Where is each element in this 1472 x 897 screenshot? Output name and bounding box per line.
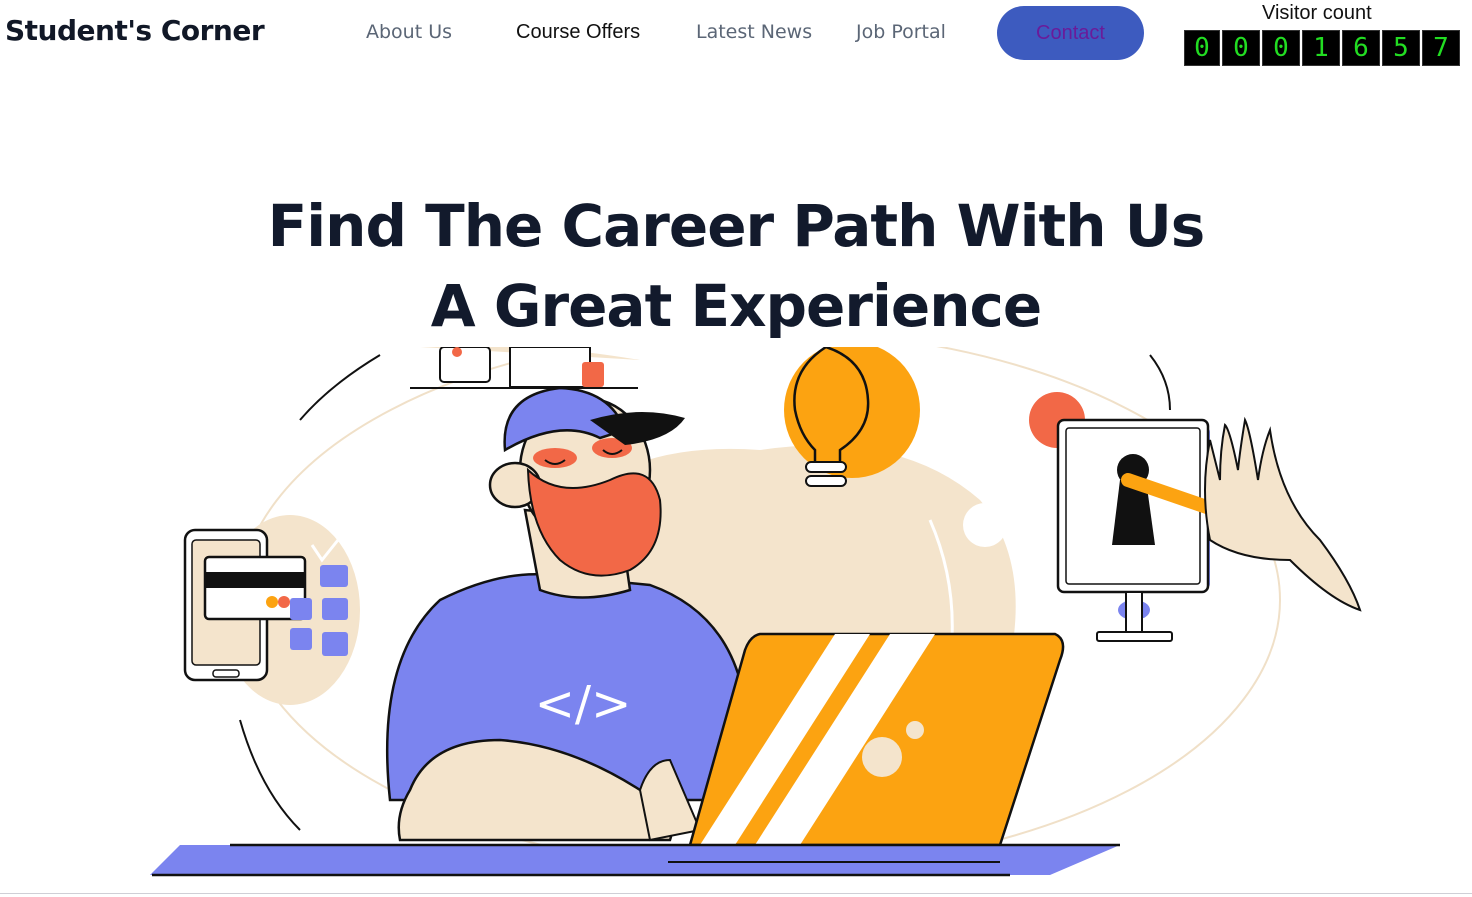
counter-digit: 0 bbox=[1262, 30, 1300, 66]
nav-latest-news[interactable]: Latest News bbox=[696, 21, 812, 43]
developer-illustration: </> bbox=[150, 347, 1362, 877]
counter-digit: 6 bbox=[1342, 30, 1380, 66]
contact-button[interactable]: Contact bbox=[997, 6, 1144, 60]
nav-course-offers[interactable]: Course Offers bbox=[516, 21, 640, 44]
counter-digit: 7 bbox=[1422, 30, 1460, 66]
laptop-icon bbox=[688, 632, 1065, 847]
lock-monitor-icon bbox=[1029, 392, 1362, 642]
visitor-count-label: Visitor count bbox=[1262, 2, 1372, 24]
desk-icon bbox=[410, 347, 640, 389]
code-glyph: </> bbox=[535, 676, 632, 732]
counter-digit: 1 bbox=[1302, 30, 1340, 66]
nav-job-portal[interactable]: Job Portal bbox=[856, 21, 946, 43]
hero-headline: Find The Career Path With Us bbox=[267, 192, 1206, 260]
nav-about-us[interactable]: About Us bbox=[366, 21, 452, 43]
desk-surface bbox=[150, 843, 1120, 877]
counter-digit: 0 bbox=[1222, 30, 1260, 66]
visitor-counter: 0 0 0 1 6 5 7 bbox=[1184, 30, 1460, 66]
site-logo-text[interactable]: Student's Corner bbox=[5, 14, 265, 47]
hero-subheadline: A Great Experience bbox=[430, 272, 1042, 340]
counter-digit: 5 bbox=[1382, 30, 1420, 66]
payment-phone-icon bbox=[183, 515, 360, 705]
counter-digit: 0 bbox=[1184, 30, 1220, 66]
page-divider bbox=[0, 893, 1472, 894]
